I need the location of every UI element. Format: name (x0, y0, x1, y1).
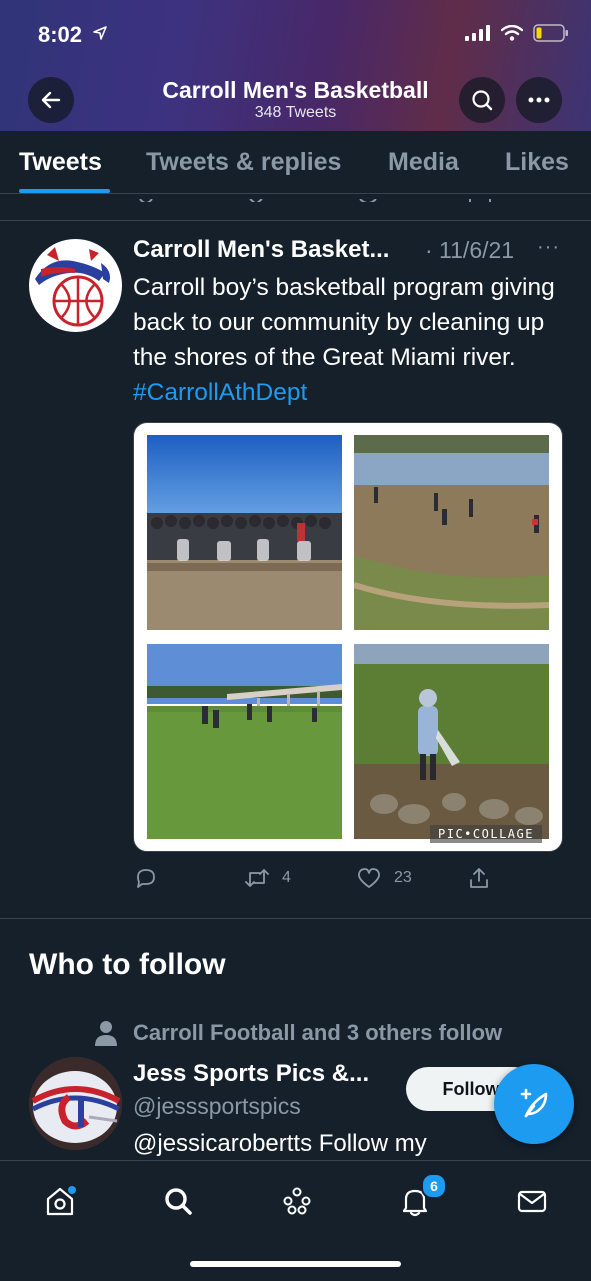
reply-icon (137, 869, 155, 888)
helmet-photo-icon (29, 1057, 122, 1150)
previous-tweet-actions (0, 194, 591, 202)
messages-icon (517, 1190, 547, 1213)
collage-watermark: PIC•COLLAGE (430, 825, 542, 843)
status-time: 8:02 (38, 22, 83, 47)
social-context: Carroll Football and 3 others follow (133, 1020, 503, 1045)
who-to-follow-title: Who to follow (29, 948, 226, 981)
avatar[interactable] (29, 239, 122, 332)
spaces-icon (283, 1187, 311, 1215)
tab-media[interactable]: Media (388, 148, 459, 177)
nav-search[interactable] (158, 1181, 198, 1221)
signal-icon (465, 25, 491, 46)
retweet-icon (245, 869, 269, 887)
divider (0, 220, 591, 221)
more-icon (528, 97, 550, 103)
divider (0, 918, 591, 919)
tweet-text: Carroll boy’s basketball program giving … (133, 270, 573, 410)
tweet-date[interactable]: · 11/6/21 (425, 237, 514, 264)
photo-group[interactable] (147, 435, 342, 630)
home-indicator[interactable] (190, 1261, 401, 1267)
reply-button[interactable] (134, 866, 158, 890)
status-icons (465, 24, 569, 47)
suggestion-handle[interactable]: @jesssportspics (133, 1093, 301, 1120)
compose-tweet-button[interactable] (494, 1064, 574, 1144)
like-count: 23 (394, 869, 412, 886)
share-icon (470, 868, 488, 888)
search-icon (165, 1188, 192, 1215)
status-bar: 8:02 (0, 0, 591, 70)
photo-cleanup[interactable] (354, 644, 549, 839)
tab-tweets[interactable]: Tweets (19, 148, 102, 177)
profile-tabs: Tweets Tweets & replies Media Likes (0, 131, 591, 194)
tweet-body: Carroll boy’s basketball program giving … (133, 274, 555, 371)
search-icon (472, 90, 493, 111)
retweet-count: 4 (282, 869, 291, 886)
location-arrow-icon (92, 25, 108, 46)
suggestion-avatar[interactable] (29, 1057, 122, 1150)
like-button[interactable]: 23 (356, 866, 412, 890)
nav-messages[interactable] (512, 1181, 552, 1221)
search-button[interactable] (459, 77, 505, 123)
heart-icon (358, 868, 380, 888)
tweet-more-button[interactable]: ··· (537, 236, 560, 259)
carroll-logo-icon (29, 239, 122, 332)
suggestion-name[interactable]: Jess Sports Pics &... (133, 1060, 369, 1088)
notifications-badge: 6 (421, 1173, 447, 1199)
tweet-media-collage[interactable]: PIC•COLLAGE (133, 422, 563, 852)
nav-spaces[interactable] (277, 1181, 317, 1221)
wifi-icon (500, 24, 524, 46)
tab-tweets-replies[interactable]: Tweets & replies (146, 148, 341, 177)
compose-feather-icon (520, 1088, 548, 1118)
tab-likes[interactable]: Likes (505, 148, 569, 177)
battery-icon (533, 24, 569, 47)
photo-shoreline[interactable] (354, 435, 549, 630)
active-tab-indicator (19, 189, 110, 193)
home-icon (46, 1186, 76, 1216)
nav-home[interactable] (40, 1181, 80, 1221)
more-options-button[interactable] (516, 77, 562, 123)
share-button[interactable] (467, 866, 491, 890)
tweet-author-name[interactable]: Carroll Men's Basket... (133, 236, 389, 264)
profile-header: 8:02 Carroll Men's Basketball 348 Tweets (0, 0, 591, 131)
suggestion-bio: @jessicarobertts Follow my (133, 1130, 427, 1157)
photo-field-bridge[interactable] (147, 644, 342, 839)
hashtag-link[interactable]: #CarrollAthDept (133, 379, 307, 406)
retweet-button[interactable]: 4 (244, 866, 291, 890)
person-icon (94, 1020, 118, 1051)
